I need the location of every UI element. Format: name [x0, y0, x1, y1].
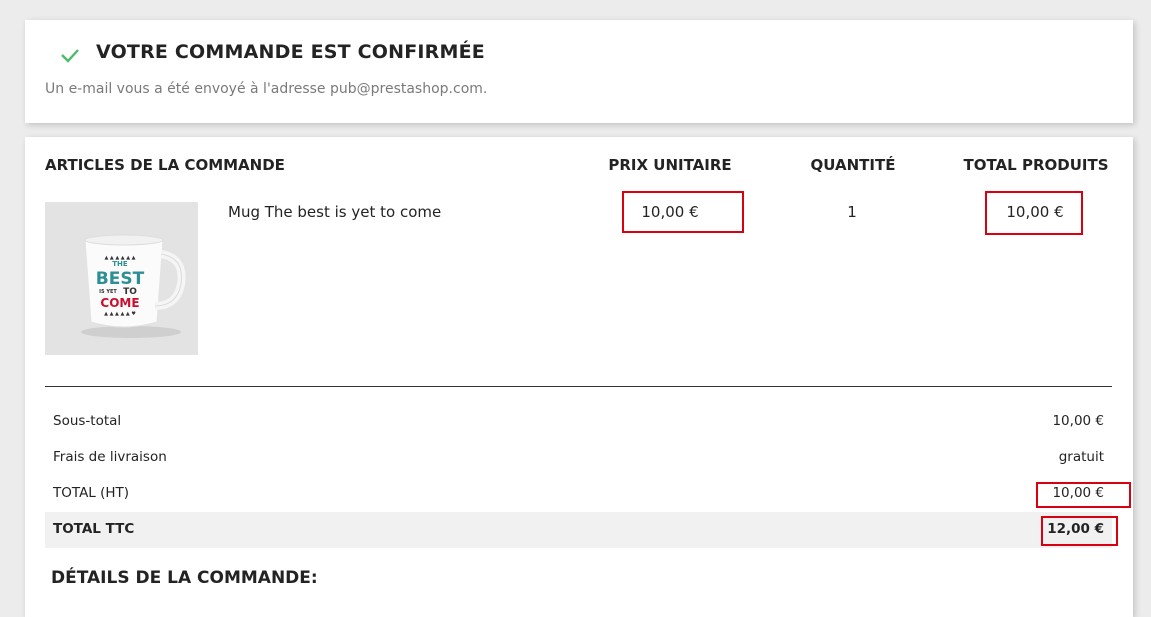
- subtotal-label: Sous-total: [53, 413, 122, 429]
- product-name[interactable]: Mug The best is yet to come: [228, 203, 441, 221]
- confirmation-title: VOTRE COMMANDE EST CONFIRMÉE: [96, 41, 485, 63]
- total-ttc-label: TOTAL TTC: [53, 521, 135, 537]
- product-image[interactable]: THE BEST IS YET TO COME ▲ ▲ ▲ ▲ ▲ ♥ ▲ ▲ …: [45, 202, 198, 355]
- items-divider: [45, 386, 1112, 387]
- product-quantity: 1: [847, 203, 857, 221]
- mug-text-the: THE: [112, 260, 128, 268]
- highlight-unit-price: [622, 191, 744, 233]
- total-ttc-row: [45, 512, 1112, 548]
- header-total-products: TOTAL PRODUITS: [963, 156, 1109, 174]
- mug-illustration: THE BEST IS YET TO COME ▲ ▲ ▲ ▲ ▲ ♥ ▲ ▲ …: [81, 234, 186, 338]
- check-icon: [61, 49, 79, 63]
- highlight-total-ttc: [1041, 516, 1118, 546]
- mug-text-isyet: IS YET: [99, 289, 117, 295]
- svg-text:▲ ▲ ▲ ▲ ▲ ▲: ▲ ▲ ▲ ▲ ▲ ▲: [104, 255, 135, 261]
- header-quantity: QUANTITÉ: [810, 156, 896, 174]
- shipping-value: gratuit: [1058, 449, 1104, 465]
- mug-text-best: BEST: [96, 269, 145, 289]
- total-ht-label: TOTAL (HT): [53, 485, 130, 501]
- highlight-product-total: [985, 191, 1083, 235]
- mug-text-come: COME: [100, 296, 139, 310]
- header-articles: ARTICLES DE LA COMMANDE: [45, 156, 285, 174]
- order-details-title: DÉTAILS DE LA COMMANDE:: [51, 568, 318, 588]
- highlight-total-ht: [1036, 482, 1131, 508]
- subtotal-value: 10,00 €: [1052, 413, 1104, 429]
- email-sent-message: Un e-mail vous a été envoyé à l'adresse …: [45, 81, 488, 97]
- order-confirmation-card: [25, 20, 1133, 123]
- svg-text:▲ ▲ ▲ ▲ ▲ ♥: ▲ ▲ ▲ ▲ ▲ ♥: [104, 311, 136, 317]
- shipping-label: Frais de livraison: [53, 449, 167, 465]
- header-unit-price: PRIX UNITAIRE: [608, 156, 732, 174]
